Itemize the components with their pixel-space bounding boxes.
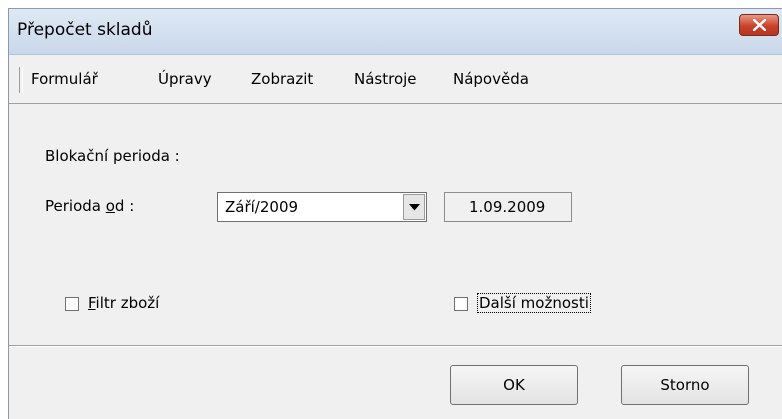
menu-item-nastroje[interactable]: Nástroje — [354, 70, 417, 88]
period-date-field: 1.09.2009 — [444, 192, 572, 222]
menu-item-napoveda[interactable]: Nápověda — [453, 70, 529, 88]
period-label-prefix: Perioda — [45, 197, 106, 215]
filter-goods-checkbox[interactable] — [65, 297, 79, 311]
period-select[interactable]: Září/2009 — [217, 192, 427, 222]
footer-separator — [9, 345, 782, 347]
close-button[interactable] — [739, 14, 779, 36]
menu-bar: Formulář Úpravy Zobrazit Nástroje Nápově… — [9, 55, 782, 104]
menu-item-upravy[interactable]: Úpravy — [158, 70, 212, 88]
ok-button[interactable]: OK — [450, 365, 578, 405]
menu-item-zobrazit[interactable]: Zobrazit — [251, 70, 313, 88]
more-options-label-text: Další možnosti — [477, 293, 591, 313]
filter-goods-label[interactable]: Filtr zboží — [88, 294, 159, 312]
more-options-label[interactable]: Další možnosti — [477, 293, 591, 313]
period-from-label: Perioda od : — [45, 197, 134, 215]
close-icon — [753, 19, 766, 31]
storno-button[interactable]: Storno — [621, 365, 749, 405]
menu-item-formular[interactable]: Formulář — [31, 70, 98, 88]
menu-grip — [19, 67, 23, 93]
filter-label-rest: iltr zboží — [95, 294, 160, 312]
period-dropdown-button[interactable] — [403, 194, 425, 220]
period-select-value: Září/2009 — [225, 198, 299, 216]
title-bar[interactable]: Přepočet skladů — [9, 9, 782, 55]
filter-label-accelerator: F — [88, 294, 96, 312]
period-label-accelerator: o — [105, 197, 115, 215]
period-date-value: 1.09.2009 — [469, 198, 546, 216]
chevron-down-icon — [409, 204, 420, 211]
dialog-window: Přepočet skladů Formulář Úpravy Zobrazit… — [8, 8, 782, 419]
window-title: Přepočet skladů — [17, 20, 153, 40]
form-content: Blokační perioda : Perioda od : Září/200… — [9, 104, 782, 344]
period-label-rest: d : — [114, 197, 135, 215]
section-label: Blokační perioda : — [45, 147, 180, 165]
more-options-checkbox[interactable] — [454, 297, 468, 311]
